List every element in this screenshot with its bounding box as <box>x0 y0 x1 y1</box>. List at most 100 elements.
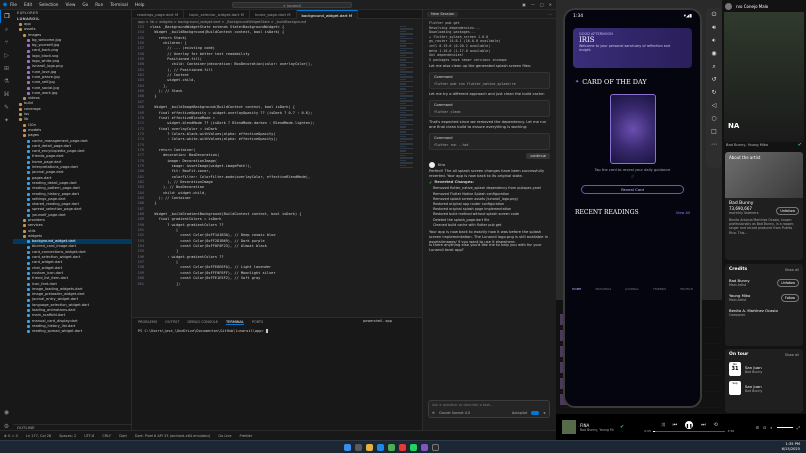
volume-slider[interactable] <box>776 426 793 428</box>
autopilot-toggle[interactable] <box>531 411 540 415</box>
player-liked-icon[interactable]: ✔ <box>620 424 624 430</box>
maximize-icon[interactable]: □ <box>540 2 544 7</box>
panel-tab[interactable]: TERMINAL <box>226 320 244 325</box>
menu-item[interactable]: Go <box>82 2 88 7</box>
phone-nav-tab[interactable]: HOME <box>572 287 581 291</box>
fullscreen-icon[interactable]: ⤢ <box>797 425 800 430</box>
terminal-taskbar-icon[interactable] <box>432 443 439 451</box>
status-item[interactable]: Ln 177, Col 28 <box>26 434 51 438</box>
device-icon[interactable]: ⊡ <box>763 425 766 430</box>
progress-bar[interactable] <box>652 430 726 432</box>
minimap[interactable] <box>398 25 422 317</box>
player-artist[interactable]: Bad Bunny, Young Mi <box>580 428 620 432</box>
command-center-search[interactable]: ⌕ lunaroil <box>232 2 352 8</box>
overview-icon[interactable]: □ <box>706 125 722 138</box>
chrome-icon[interactable] <box>399 443 406 451</box>
status-item[interactable]: UTF-8 <box>84 434 94 438</box>
testing-icon[interactable]: ⚗ <box>0 75 13 88</box>
attach-icon[interactable]: ⊕ <box>432 411 435 415</box>
volume-down-icon[interactable]: 🔉︎ <box>706 34 722 47</box>
chat-input[interactable]: Ask a question or describe a task... ⊕ C… <box>428 400 550 418</box>
volume-icon[interactable]: 🔈︎ <box>770 425 772 430</box>
tour-row[interactable]: Jan 31 San Juan Bad Bunny <box>729 362 799 376</box>
view-all-link[interactable]: View All <box>676 211 690 215</box>
close-icon[interactable]: ✕ <box>549 2 552 7</box>
spotify-avatar[interactable] <box>725 2 732 10</box>
new-session-tab[interactable]: New Session <box>427 11 459 17</box>
zoom-icon[interactable]: ⌕ <box>706 60 722 73</box>
tour-row[interactable]: Sep San Juan Bad Bunny <box>729 381 799 395</box>
chat-more-icon[interactable]: ⋯ <box>548 12 552 17</box>
spotify-taskbar-icon[interactable] <box>410 443 417 451</box>
account-icon[interactable]: ◉ <box>0 406 13 419</box>
status-item[interactable]: Spaces: 2 <box>59 434 76 438</box>
credit-follow-button[interactable]: Follow <box>781 293 799 302</box>
panel-tab[interactable]: DEBUG CONSOLE <box>187 320 218 324</box>
editor-tab[interactable]: readings_page.dart M <box>132 10 185 19</box>
panel-tab[interactable]: PROBLEMS <box>138 320 157 324</box>
terminal-shell-name[interactable]: powershell - app <box>363 319 392 323</box>
run-debug-icon[interactable]: ▷ <box>0 49 13 62</box>
file-item[interactable]: reading_spread_widget.dart <box>13 329 131 334</box>
vscode-taskbar-icon[interactable] <box>377 443 384 451</box>
volume-up-icon[interactable]: 🔊︎ <box>706 21 722 34</box>
phone-nav-tab[interactable]: FRIENDS <box>653 287 666 291</box>
menu-item[interactable]: Selection <box>39 2 58 7</box>
chat-icon[interactable]: ✎ <box>0 101 13 114</box>
menu-item[interactable]: Run <box>95 2 103 7</box>
phone-nav-tab[interactable]: READINGS <box>595 287 611 291</box>
camera-icon[interactable]: ◉ <box>706 47 722 60</box>
discord-icon[interactable] <box>421 443 428 451</box>
tour-show-all[interactable]: Show all <box>785 353 799 357</box>
minimize-icon[interactable]: — <box>531 2 535 7</box>
repeat-icon[interactable]: ⟲ <box>714 422 718 428</box>
status-item[interactable]: Prettier <box>240 434 253 438</box>
rotate-left-icon[interactable]: ↺ <box>706 73 722 86</box>
menu-item[interactable]: Edit <box>24 2 32 7</box>
credits-show-all[interactable]: Show all <box>785 268 799 272</box>
menu-item[interactable]: View <box>65 2 75 7</box>
remote-icon[interactable]: ⌘ <box>0 88 13 101</box>
rotate-right-icon[interactable]: ↻ <box>706 86 722 99</box>
extensions-icon[interactable]: ⊞ <box>0 62 13 75</box>
next-icon[interactable]: ⏭ <box>701 422 706 428</box>
status-item[interactable]: Dart <box>119 434 127 438</box>
explorer-icon[interactable]: ❐ <box>0 10 13 23</box>
shuffle-icon[interactable]: ⤨ <box>661 422 665 428</box>
search-icon[interactable]: ⌕ <box>0 23 13 36</box>
layout-icon[interactable]: ▣ <box>522 2 526 7</box>
about-artist-card[interactable]: About the artist Bad Bunny 73,690,667 mo… <box>725 152 803 260</box>
power-icon[interactable]: ⏻ <box>706 8 722 21</box>
menu-item[interactable]: File <box>10 2 17 7</box>
home-icon[interactable]: ○ <box>706 112 722 125</box>
continue-button[interactable]: continue <box>526 153 550 160</box>
taskbar-date[interactable]: 6/15/2025 <box>782 447 800 452</box>
status-item[interactable]: Go Live <box>218 434 231 438</box>
source-control-icon[interactable]: ⑂ <box>0 36 13 49</box>
liked-icon[interactable]: ✔ <box>798 142 802 148</box>
back-icon[interactable]: ◁ <box>706 99 722 112</box>
tarot-card-back[interactable] <box>609 94 656 164</box>
start-menu-icon[interactable] <box>344 443 351 451</box>
phone-nav-tab[interactable]: PROFILE <box>680 287 692 291</box>
code-editor[interactable]: 153 class _BackgroundWidgetState extends … <box>132 25 422 317</box>
credit-follow-button[interactable]: Unfollow <box>777 278 799 287</box>
send-icon[interactable]: ➤ <box>543 411 546 415</box>
editor-tab[interactable]: background_widget.dart M <box>296 10 359 19</box>
panel-tab[interactable]: PORTS <box>252 320 263 324</box>
status-item[interactable]: ⊗ 0 ⚠ 0 <box>4 434 18 438</box>
terminal-output[interactable]: PS C:\Users\jose_\OneDrive\Documentos\Gi… <box>132 326 422 336</box>
previous-icon[interactable]: ⏮ <box>673 422 678 428</box>
pause-button[interactable]: ❚❚ <box>685 421 694 429</box>
menu-item[interactable]: Help <box>135 2 145 7</box>
search-taskbar-icon[interactable] <box>355 443 362 451</box>
status-item[interactable]: Dart: Pixel 6 API 33 (android-x64 emulat… <box>135 434 210 438</box>
reveal-card-button[interactable]: Reveal Card <box>581 185 684 194</box>
editor-tab[interactable]: home_page.dart M <box>250 10 297 19</box>
queue-icon[interactable]: ☰ <box>755 425 759 430</box>
model-selector[interactable]: Claude Sonnet 4.0 <box>439 411 470 415</box>
menu-item[interactable]: Terminal <box>110 2 128 7</box>
unfollow-artist-button[interactable]: Unfollow <box>776 206 799 215</box>
android-studio-icon[interactable] <box>388 443 395 451</box>
panel-tab[interactable]: OUTPUT <box>165 320 179 324</box>
